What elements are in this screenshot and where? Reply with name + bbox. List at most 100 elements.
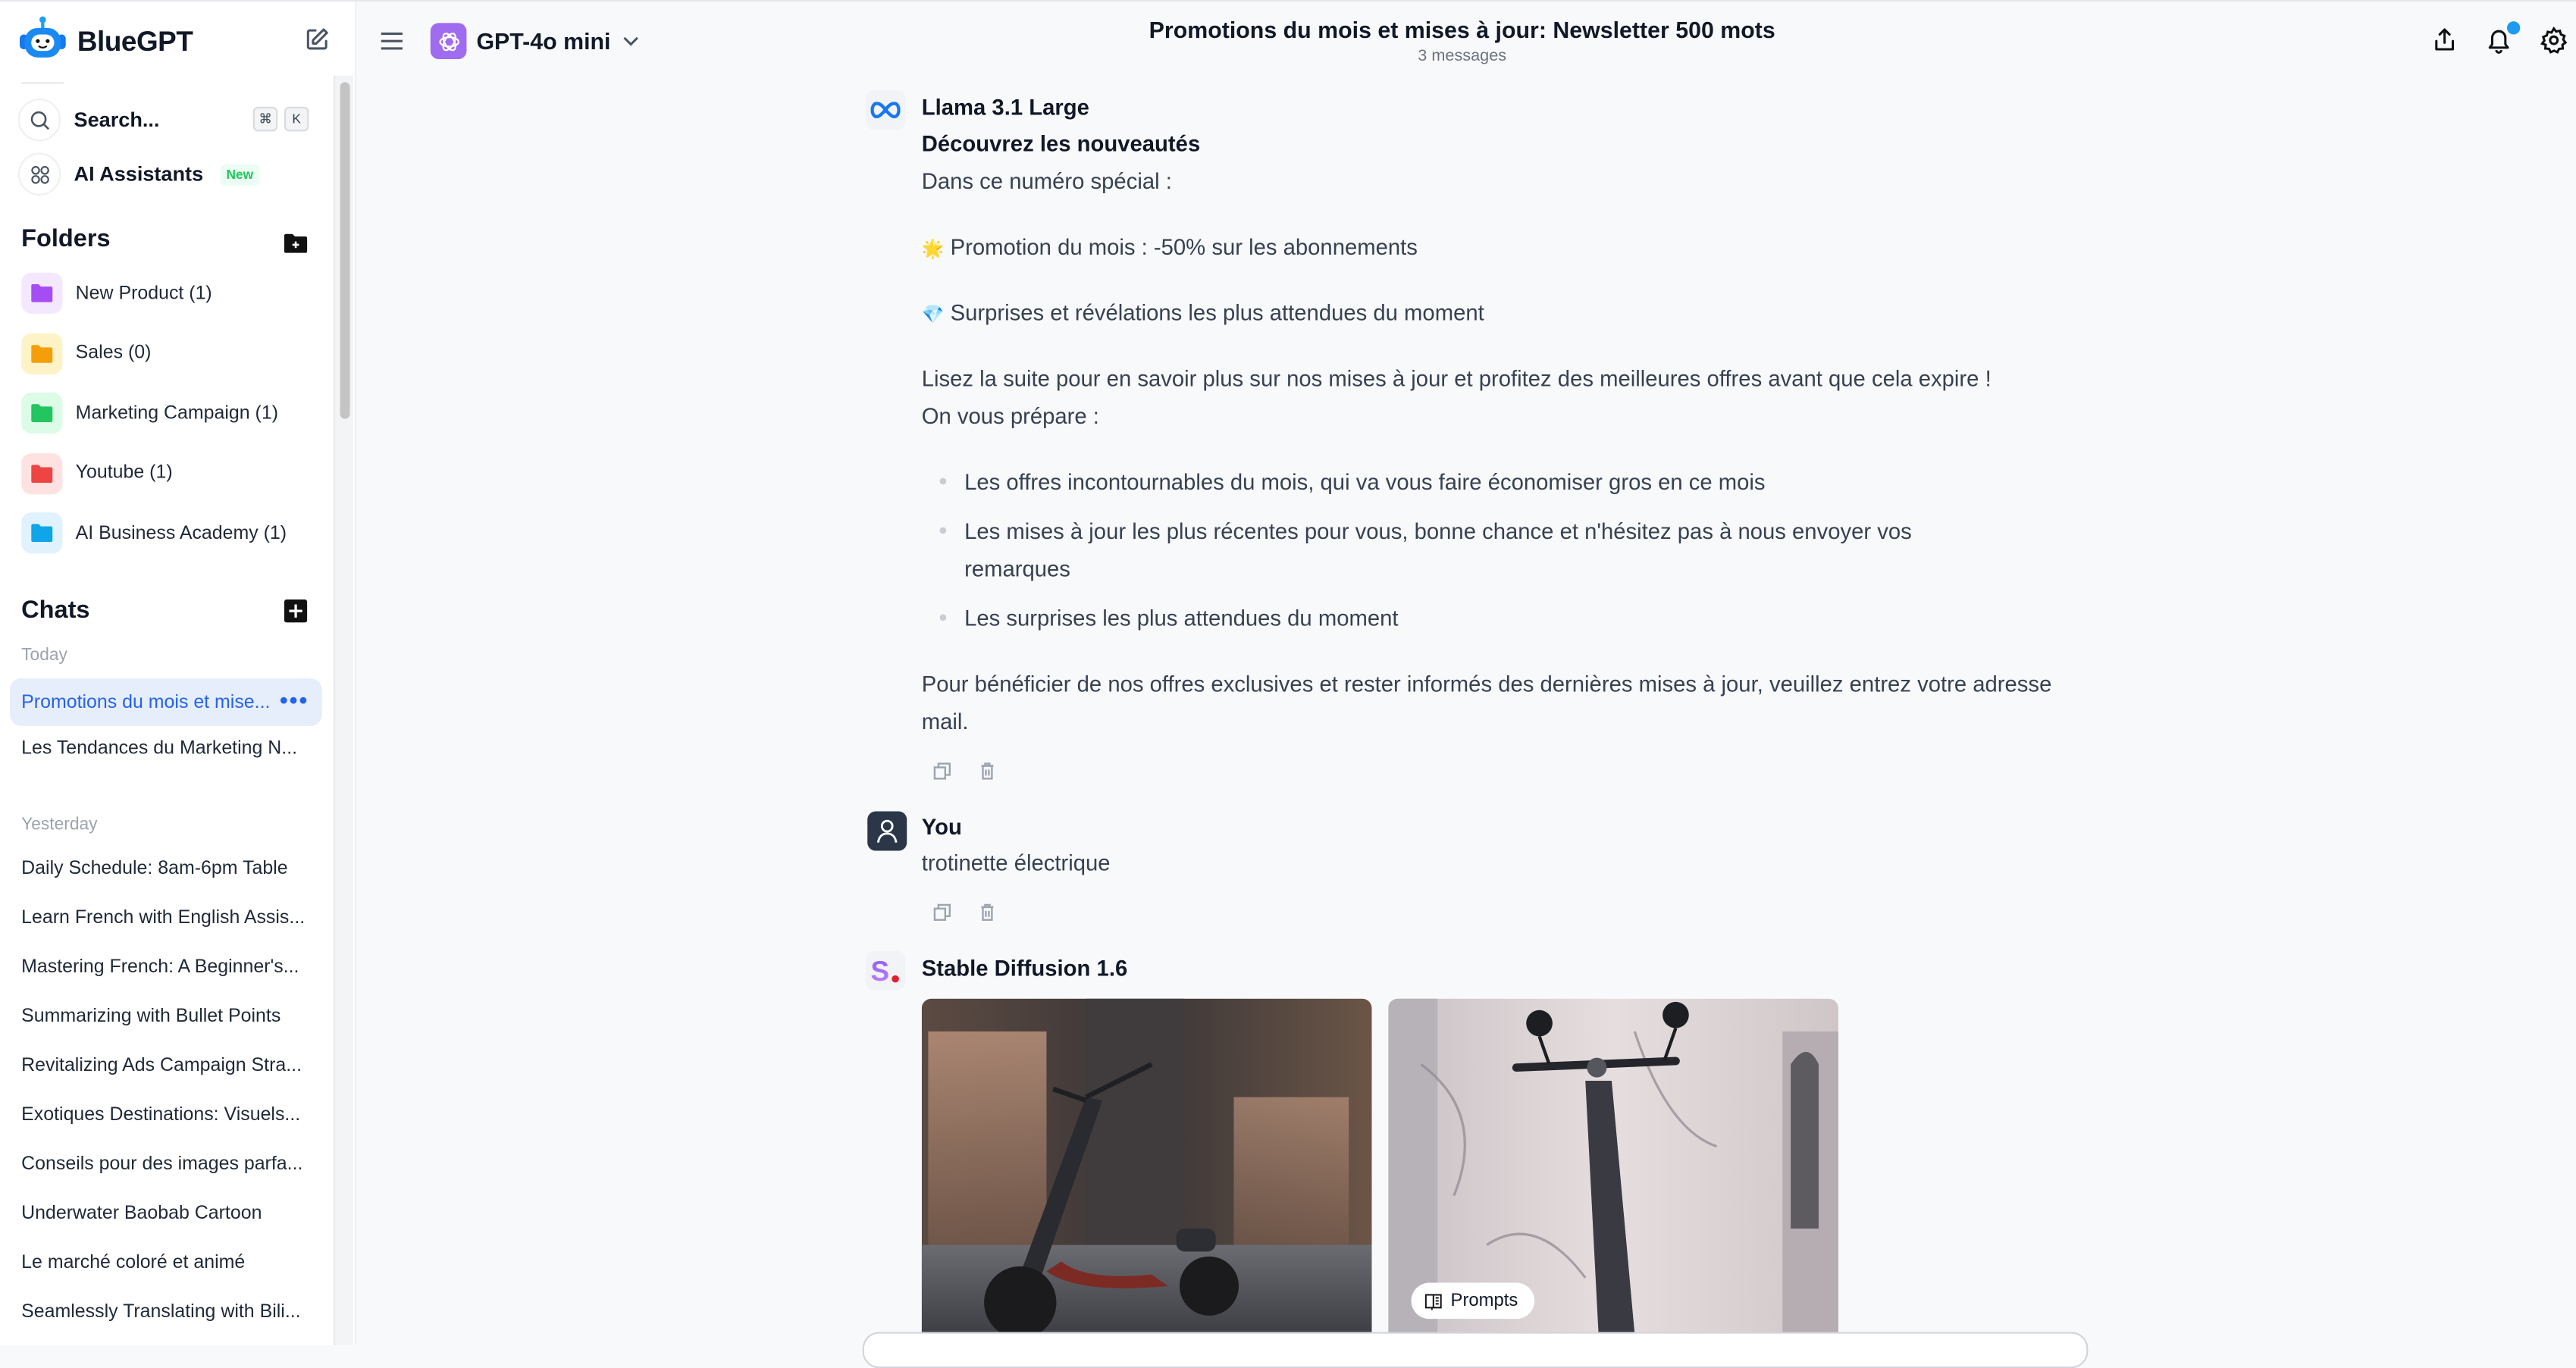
new-chat-button[interactable] xyxy=(304,27,334,56)
folder-label: Marketing Campaign (1) xyxy=(75,403,279,424)
share-button[interactable] xyxy=(2431,27,2461,56)
message-paragraph: Lisez la suite pour en savoir plus sur n… xyxy=(921,366,1992,391)
bullet-item: Les mises à jour les plus récentes pour … xyxy=(964,518,1912,582)
prompts-label: Prompts xyxy=(1450,1291,1518,1311)
message-paragraph: On vous prépare : xyxy=(921,404,1099,429)
folder-label: AI Business Academy (1) xyxy=(75,524,287,544)
sidebar-divider xyxy=(21,82,64,84)
ai-assistants-label: AI Assistants xyxy=(74,162,204,186)
chat-item[interactable]: Summarizing with Bullet Points xyxy=(21,1006,310,1026)
star-emoji-icon: 🌟 xyxy=(921,239,945,260)
bullet-marker xyxy=(939,614,947,621)
copy-button[interactable] xyxy=(933,759,953,780)
chat-group-yesterday: Yesterday xyxy=(21,814,98,834)
folder-item[interactable]: Marketing Campaign (1) xyxy=(21,393,278,434)
folder-icon xyxy=(21,512,63,555)
bullet-item: Les surprises les plus attendues du mome… xyxy=(964,606,1399,631)
chat-item[interactable]: Learn French with English Assis... xyxy=(21,908,310,928)
folder-item[interactable]: New Product (1) xyxy=(21,272,212,314)
folder-item[interactable]: AI Business Academy (1) xyxy=(21,512,287,555)
folder-icon xyxy=(21,393,63,434)
highlight-line: 💎 Surprises et révélations les plus atte… xyxy=(922,294,2072,335)
brand[interactable]: BlueGPT xyxy=(18,15,193,70)
chat-item[interactable]: Mastering French: A Beginner's... xyxy=(21,957,310,977)
folder-item[interactable]: Sales (0) xyxy=(21,333,151,374)
plus-square-icon xyxy=(284,599,308,623)
delete-button[interactable] xyxy=(979,900,999,921)
more-options-icon[interactable]: ••• xyxy=(280,688,309,711)
highlight-text: Promotion du mois : -50% sur les abonnem… xyxy=(950,234,1418,260)
add-chat-button[interactable] xyxy=(284,599,308,623)
openai-logo-icon xyxy=(430,23,467,60)
svg-text:S: S xyxy=(871,956,890,985)
chat-item[interactable]: Les Tendances du Marketing N... xyxy=(21,739,310,759)
shortcut-key-cmd: ⌘ xyxy=(252,106,278,132)
folder-icon xyxy=(21,452,63,494)
chat-item[interactable]: Conseils pour des images parfa... xyxy=(21,1154,310,1174)
chat-item[interactable]: Daily Schedule: 8am-6pm Table xyxy=(21,859,310,878)
grid-circles-icon xyxy=(17,152,61,196)
gem-emoji-icon: 💎 xyxy=(921,305,945,326)
model-selector[interactable]: GPT-4o mini xyxy=(430,23,641,60)
sidebar-scrollbar[interactable] xyxy=(333,75,353,1345)
bullet-marker xyxy=(939,477,947,485)
toggle-sidebar-button[interactable] xyxy=(380,30,405,52)
trash-icon xyxy=(981,903,994,921)
shortcut-key-k: K xyxy=(284,106,309,132)
share-icon xyxy=(2435,28,2454,51)
chat-item[interactable]: Seamlessly Translating with Bili... xyxy=(21,1303,310,1323)
highlight-text: Surprises et révélations les plus attend… xyxy=(950,300,1484,326)
user-message-text: trotinette électrique xyxy=(921,850,1111,876)
chat-item[interactable]: Revitalizing Ads Campaign Stra... xyxy=(21,1056,310,1075)
hamburger-menu-icon xyxy=(381,32,403,50)
bullet-item: Les offres incontournables du mois, qui … xyxy=(964,469,1766,495)
chats-title: Chats xyxy=(21,596,90,625)
message-closing: Pour bénéficier de nos offres exclusives… xyxy=(921,671,2052,734)
chevron-down-icon xyxy=(622,36,638,46)
meta-logo-icon xyxy=(866,90,906,130)
folder-item[interactable]: Youtube (1) xyxy=(21,452,173,494)
bullet-marker xyxy=(939,527,947,534)
sidebar-scroll-thumb[interactable] xyxy=(340,82,350,419)
newsletter-heading: Découvrez les nouveautés xyxy=(921,131,1201,156)
app-root: BlueGPT Search... ⌘ K AI Assistants New … xyxy=(0,0,2576,1368)
prompts-button[interactable]: Prompts xyxy=(1411,1282,1535,1319)
message-author: Llama 3.1 Large xyxy=(921,95,1089,121)
robot-head-icon xyxy=(18,15,67,70)
chat-header: Promotions du mois et mises à jour: News… xyxy=(1012,17,1913,66)
edit-icon xyxy=(306,28,328,50)
folder-label: Youtube (1) xyxy=(75,463,173,484)
chat-title: Promotions du mois et mises à jour: News… xyxy=(1149,16,1775,43)
chat-item[interactable]: Underwater Baobab Cartoon xyxy=(21,1204,310,1223)
notification-dot xyxy=(2506,21,2521,35)
sidebar: BlueGPT Search... ⌘ K AI Assistants New … xyxy=(0,2,357,1345)
user-icon xyxy=(876,819,898,843)
settings-icon xyxy=(2540,27,2568,54)
folder-label: New Product (1) xyxy=(75,283,212,303)
new-badge: New xyxy=(219,163,260,185)
message-author: Stable Diffusion 1.6 xyxy=(921,956,1128,981)
chat-item-active[interactable]: Promotions du mois et mise... ••• xyxy=(10,678,322,726)
model-name: GPT-4o mini xyxy=(476,27,611,55)
add-folder-button[interactable] xyxy=(284,232,308,253)
delete-button[interactable] xyxy=(979,759,999,780)
chat-item[interactable]: Exotiques Destinations: Visuels... xyxy=(21,1105,310,1125)
chat-item[interactable]: Le marché coloré et animé xyxy=(21,1253,310,1273)
folder-icon xyxy=(21,272,63,314)
message-intro: Dans ce numéro spécial : xyxy=(921,169,1172,194)
message-count: 3 messages xyxy=(1418,47,1507,66)
search-button[interactable]: Search... xyxy=(17,99,160,142)
trash-icon xyxy=(981,762,994,780)
message-heading: Découvrez les nouveautés xyxy=(922,125,2072,163)
app-name: BlueGPT xyxy=(77,25,193,57)
generated-image[interactable] xyxy=(921,998,1372,1334)
search-label: Search... xyxy=(74,108,160,132)
ai-assistants-link[interactable]: AI Assistants New xyxy=(17,152,260,196)
folder-plus-icon xyxy=(284,233,308,253)
message-composer[interactable] xyxy=(862,1332,2089,1368)
stable-diffusion-logo-icon: S xyxy=(866,950,906,991)
settings-button[interactable] xyxy=(2540,27,2569,56)
message-author: You xyxy=(921,814,962,840)
chat-item-label: Promotions du mois et mise... xyxy=(21,692,271,712)
copy-button[interactable] xyxy=(933,900,953,921)
